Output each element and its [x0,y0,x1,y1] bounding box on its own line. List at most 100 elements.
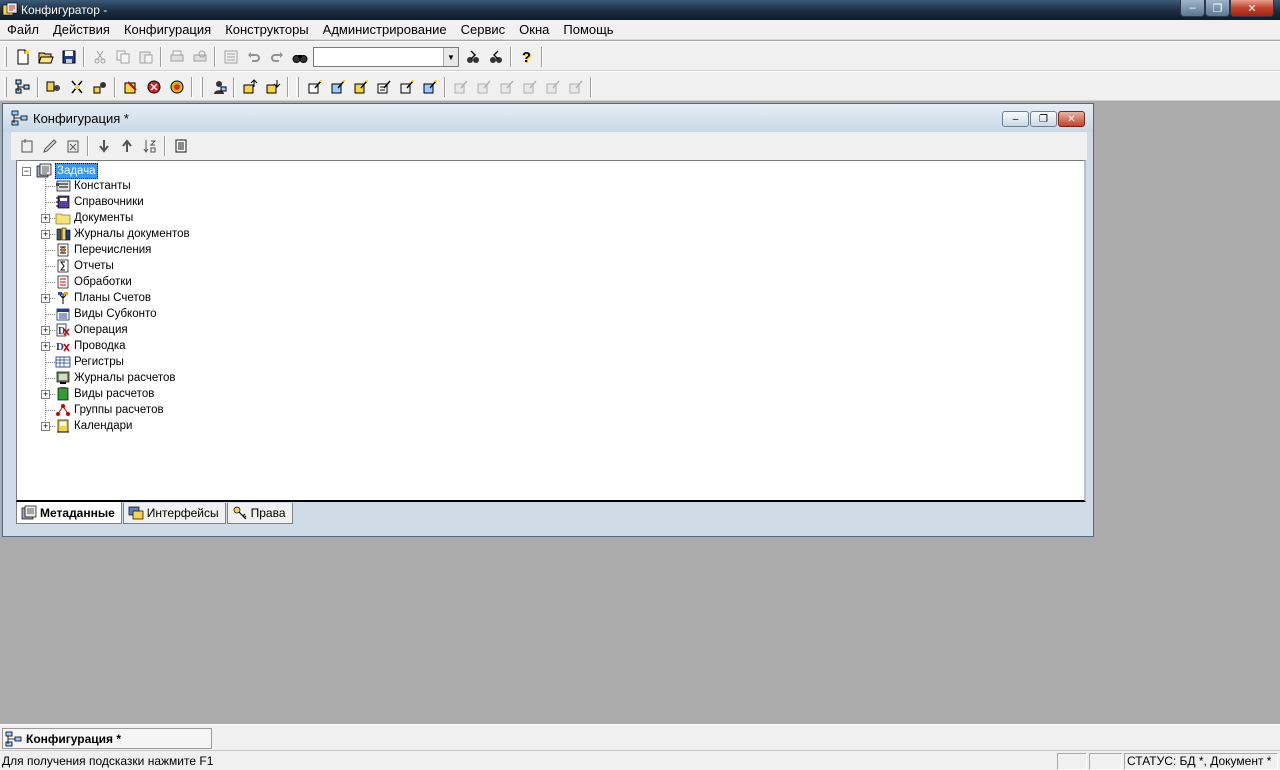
expand-icon[interactable]: + [41,230,50,239]
menu-administration[interactable]: Администрирование [316,20,454,39]
toolbar-grip[interactable] [200,77,203,97]
expand-icon[interactable]: + [41,214,50,223]
designer7-button[interactable] [449,76,472,98]
menu-actions[interactable]: Действия [46,20,117,39]
menu-windows[interactable]: Окна [512,20,556,39]
tab-rights[interactable]: Права [226,503,293,524]
menu-designers[interactable]: Конструкторы [218,20,315,39]
close-button[interactable]: ✕ [1230,0,1274,17]
tree-item-calc-journals[interactable]: Журналы расчетов [55,370,175,386]
expand-icon[interactable]: + [41,342,50,351]
load-config-button[interactable] [88,76,111,98]
designer12-button[interactable] [564,76,587,98]
sort-button[interactable] [138,135,161,157]
search-combo[interactable]: ▼ [313,47,459,67]
tree-item-catalogs[interactable]: Справочники [55,194,144,210]
tab-interfaces[interactable]: Интерфейсы [122,503,226,524]
minimize-icon: ‒ [1189,2,1196,14]
find-next-button[interactable] [461,46,484,68]
debug-run-button[interactable] [165,76,188,98]
tree-item-calc-types[interactable]: Виды расчетов [55,386,154,402]
designer10-button[interactable] [518,76,541,98]
tree-item-posting[interactable]: D Проводка [55,338,126,354]
designer4-button[interactable] [372,76,395,98]
expand-icon[interactable]: + [41,326,50,335]
edit-object-button[interactable] [38,135,61,157]
designer4-icon [377,80,391,94]
copy-button[interactable] [111,46,134,68]
menu-help[interactable]: Помощь [556,20,620,39]
tree-item-reports[interactable]: Отчеты [55,258,114,274]
print-button[interactable] [165,46,188,68]
configuration-window-titlebar[interactable]: Конфигурация * ‒ ❐ ✕ [3,104,1093,132]
metadata-tree[interactable]: − Задача Константы Справочники + Докумен… [16,160,1086,502]
window-list-item-configuration[interactable]: Конфигурация * [2,728,212,749]
find-button[interactable] [288,46,311,68]
undo-button[interactable] [242,46,265,68]
toolbar-grip[interactable] [4,77,7,97]
expand-icon[interactable]: + [41,390,50,399]
child-close-button[interactable]: ✕ [1058,111,1085,127]
tree-item-subconto[interactable]: Виды Субконто [55,306,156,322]
tree-item-doc-journals[interactable]: Журналы документов [55,226,190,242]
download-button[interactable] [261,76,284,98]
print-preview-button[interactable] [188,46,211,68]
redo-button[interactable] [265,46,288,68]
rights-icon [233,506,247,520]
move-up-button[interactable] [115,135,138,157]
cut-button[interactable] [88,46,111,68]
designer5-button[interactable] [395,76,418,98]
window-controls: ‒ ❐ ✕ [1180,0,1274,17]
tab-metadata[interactable]: Метаданные [16,502,122,524]
description-button[interactable] [169,135,192,157]
tree-item-calc-groups[interactable]: Группы расчетов [55,402,164,418]
chevron-down-icon[interactable]: ▼ [443,48,458,66]
tree-item-processing[interactable]: Обработки [55,274,132,290]
properties-button[interactable] [219,46,242,68]
designer6-button[interactable] [418,76,441,98]
new-object-button[interactable] [15,135,38,157]
expand-icon[interactable]: + [41,422,50,431]
upload-button[interactable] [238,76,261,98]
delete-object-button[interactable] [61,135,84,157]
save-config-button[interactable] [65,76,88,98]
minimize-button[interactable]: ‒ [1180,0,1205,17]
debug-stop-button[interactable] [142,76,165,98]
menu-service[interactable]: Сервис [454,20,513,39]
open-button[interactable] [34,46,57,68]
toolbar-row-2 [0,71,1280,101]
save-button[interactable] [57,46,80,68]
designer11-button[interactable] [541,76,564,98]
restore-button[interactable]: ❐ [1205,0,1230,17]
designer9-button[interactable] [495,76,518,98]
child-minimize-button[interactable]: ‒ [1002,111,1029,127]
expand-icon[interactable]: + [41,294,50,303]
child-restore-button[interactable]: ❐ [1030,111,1057,127]
help-button[interactable]: ? [515,46,538,68]
toolbar-grip[interactable] [296,77,299,97]
toolbar-grip[interactable] [4,47,7,67]
designer1-button[interactable] [303,76,326,98]
designer3-button[interactable] [349,76,372,98]
menu-configuration[interactable]: Конфигурация [117,20,218,39]
designer2-button[interactable] [326,76,349,98]
tree-item-documents[interactable]: Документы [55,210,133,226]
menu-file[interactable]: Файл [0,20,46,39]
collapse-icon[interactable]: − [22,167,31,176]
tree-item-chart-of-accounts[interactable]: Планы Счетов [55,290,151,306]
new-button[interactable] [11,46,34,68]
open-config-button[interactable] [42,76,65,98]
find-prev-button[interactable] [484,46,507,68]
tree-item-registers[interactable]: Регистры [55,354,124,370]
tree-root[interactable]: Задача [36,163,98,179]
tree-item-enums[interactable]: Перечисления [55,242,151,258]
tree-item-calendars[interactable]: Календари [55,418,132,434]
paste-button[interactable] [134,46,157,68]
config-window-button[interactable] [11,76,34,98]
move-down-button[interactable] [92,135,115,157]
users-button[interactable] [207,76,230,98]
tree-item-constants[interactable]: Константы [55,178,131,194]
merge-config-button[interactable] [119,76,142,98]
designer8-button[interactable] [472,76,495,98]
tree-item-operation[interactable]: D Операция [55,322,128,338]
